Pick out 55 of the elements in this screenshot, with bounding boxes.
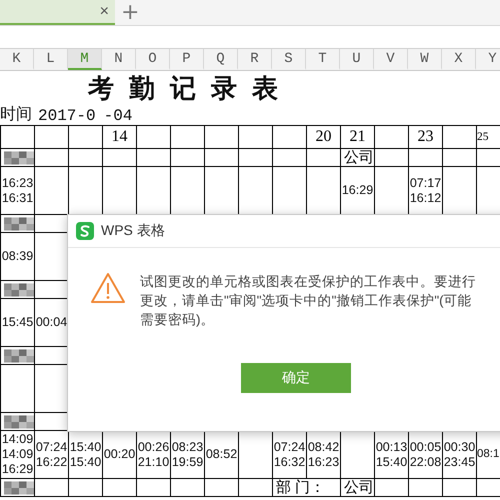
column-header[interactable]: T	[306, 49, 340, 70]
pixelated-name	[4, 414, 34, 428]
table-cell: 公司	[341, 149, 375, 167]
table-cell: 14	[103, 126, 137, 149]
column-header[interactable]: O	[136, 49, 170, 70]
date-value: -04	[104, 107, 132, 125]
table-cell: 14:09 14:09 16:29	[1, 431, 35, 479]
tab[interactable]: ×	[0, 0, 115, 25]
dialog-title: WPS 表格	[101, 222, 165, 240]
table-cell	[103, 479, 137, 497]
table-cell: 21	[341, 126, 375, 149]
column-header[interactable]: K	[0, 49, 34, 70]
column-header[interactable]: X	[442, 49, 476, 70]
table-cell: 公司	[341, 479, 375, 497]
date-label: 时间	[0, 104, 32, 125]
pixelated-name	[4, 282, 34, 296]
table-cell: 20	[307, 126, 341, 149]
table-cell	[443, 479, 477, 497]
pixelated-name	[4, 216, 34, 230]
column-header[interactable]: Q	[204, 49, 238, 70]
table-cell: 25	[477, 126, 500, 149]
table-cell	[375, 479, 409, 497]
table-cell: 部 门：	[273, 479, 341, 497]
column-header[interactable]: R	[238, 49, 272, 70]
table-cell: 08:39	[1, 233, 35, 281]
column-header[interactable]: S	[272, 49, 306, 70]
table-cell: 23	[409, 126, 443, 149]
table-cell	[205, 479, 239, 497]
sheet-title: 考勤记录表	[88, 72, 293, 104]
date-value: 2017-0	[38, 107, 96, 125]
column-header[interactable]: V	[374, 49, 408, 70]
column-header[interactable]: U	[340, 49, 374, 70]
warning-icon	[91, 273, 125, 303]
table-cell	[409, 479, 443, 497]
column-header[interactable]: M	[68, 49, 102, 70]
pixelated-name	[4, 150, 34, 164]
table-cell	[69, 479, 103, 497]
column-header[interactable]: W	[408, 49, 442, 70]
table-cell: 16:23 16:31	[1, 167, 35, 215]
table-cell	[239, 479, 273, 497]
pixelated-name	[4, 348, 34, 362]
column-header[interactable]: P	[170, 49, 204, 70]
app-logo-icon	[76, 222, 94, 240]
new-tab-button[interactable]: +	[115, 0, 146, 25]
table-cell	[171, 479, 205, 497]
dialog-message: 试图更改的单元格或图表在受保护的工作表中。要进行更改，请单击"审阅"选项卡中的"撤销工作表保护"(可能需要密码)。	[140, 273, 477, 329]
table-cell	[409, 149, 443, 167]
close-button[interactable]: ×	[98, 4, 111, 20]
column-header[interactable]: Y	[476, 49, 500, 70]
column-header[interactable]: N	[102, 49, 136, 70]
table-cell: 07:24 16:22	[35, 431, 69, 479]
table-cell: 15:45	[1, 299, 35, 347]
table-cell	[137, 479, 171, 497]
pixelated-name	[4, 480, 34, 494]
table-cell	[35, 167, 69, 215]
